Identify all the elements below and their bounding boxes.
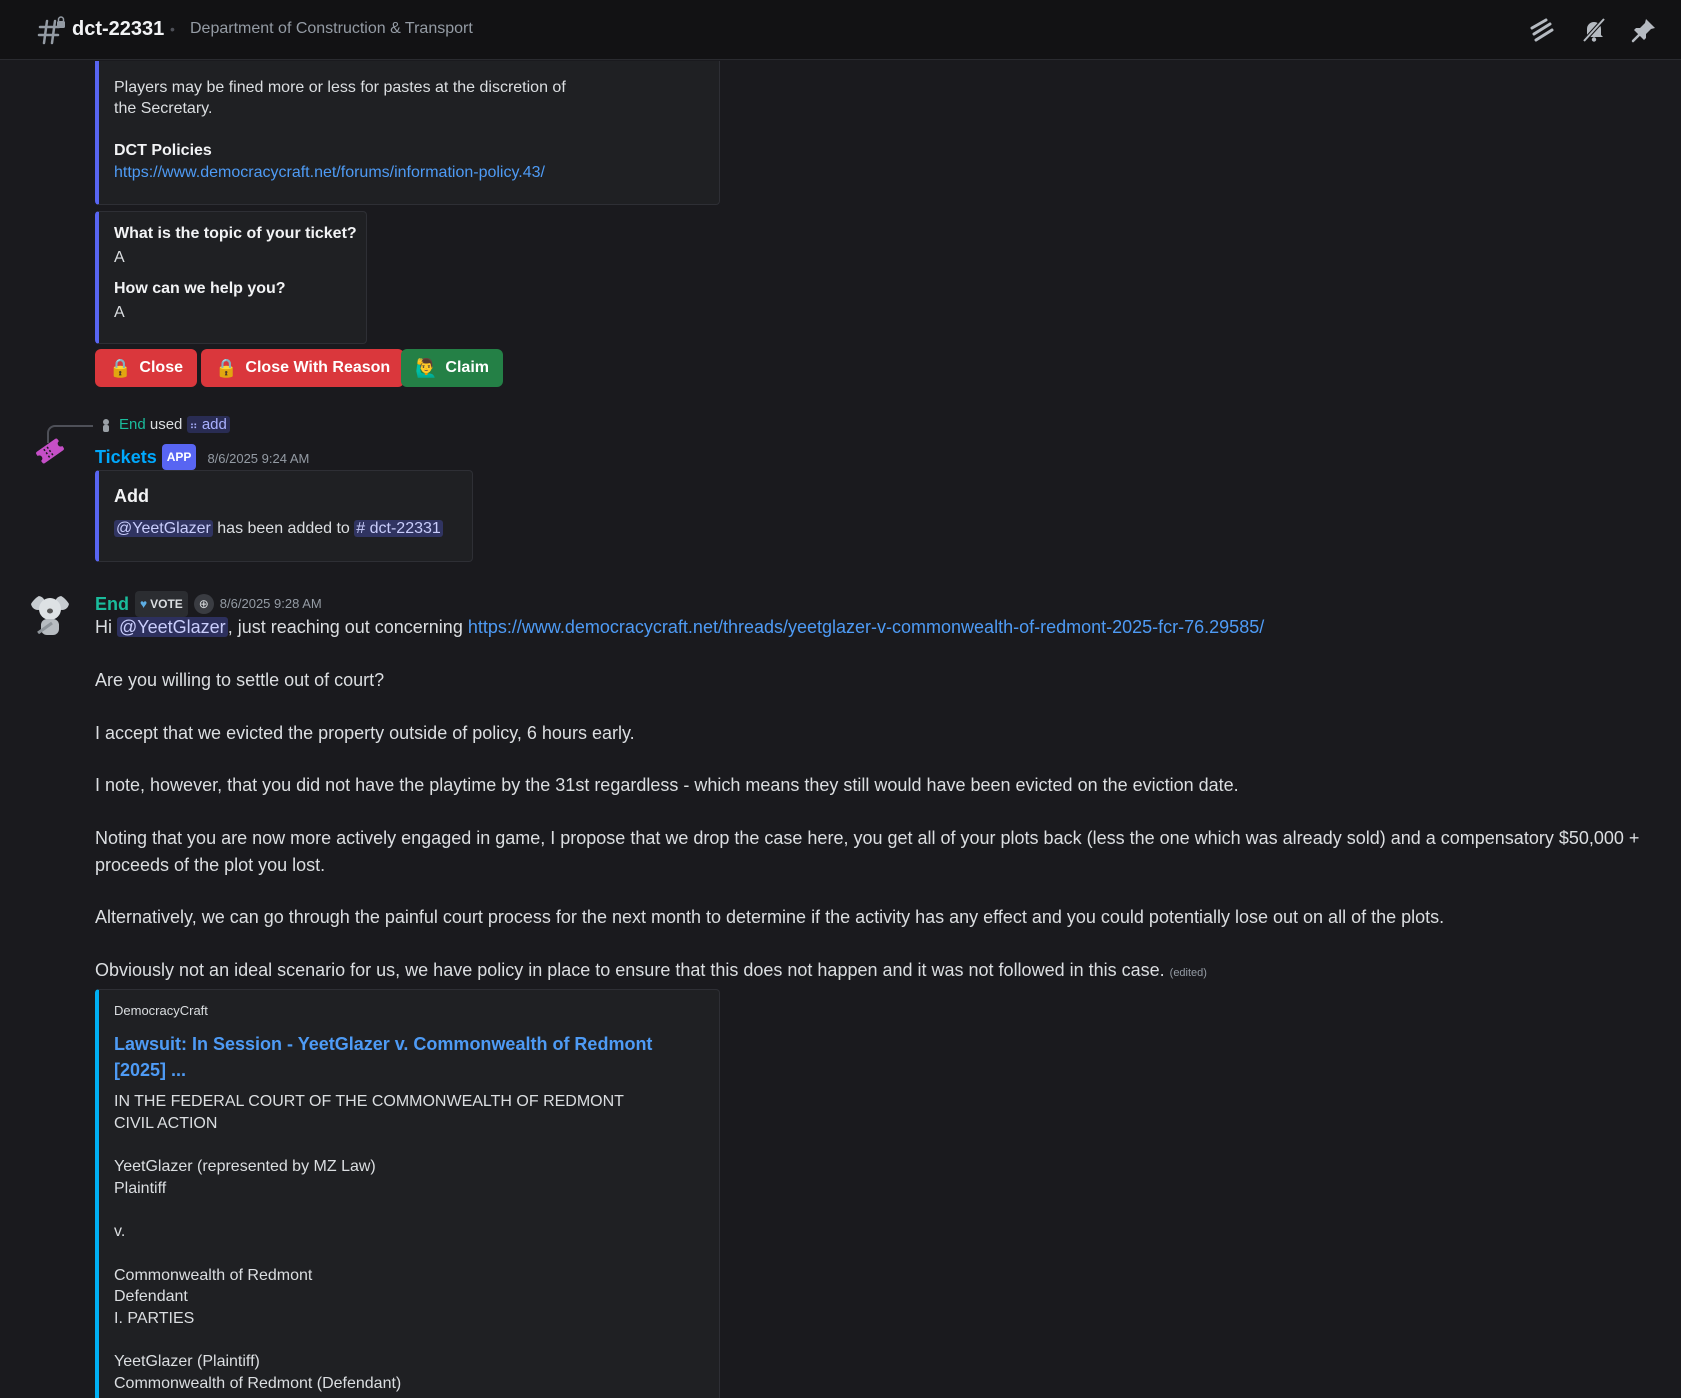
embed-description-line: YeetGlazer (represented by MZ Law) <box>114 1158 376 1176</box>
embed-description-line <box>114 1330 624 1352</box>
close-with-reason-button[interactable]: 🔒 Close With Reason <box>201 349 405 387</box>
slash-command-mention[interactable]: ⠶ add <box>186 416 230 433</box>
header-separator: • <box>170 21 175 37</box>
embed-description-line: Defendant <box>114 1288 188 1306</box>
embed-provider[interactable]: DemocracyCraft <box>114 1000 208 1022</box>
end-timestamp[interactable]: 8/6/2025 9:28 AM <box>220 592 322 616</box>
add-embed-title: Add <box>114 486 149 506</box>
pin-icon[interactable] <box>1630 16 1658 44</box>
add-embed-middle-text: has been added to <box>217 520 350 537</box>
tickets-timestamp[interactable]: 8/6/2025 9:24 AM <box>207 451 309 466</box>
embed-description-line: v. <box>114 1223 126 1241</box>
reply-avatar-icon <box>103 419 109 432</box>
embed-description-line <box>114 1200 624 1222</box>
message-paragraph-5b: proceeds of the plot you lost. <box>95 855 326 875</box>
channel-header: dct-22331 • Department of Construction &… <box>0 0 1681 60</box>
embed-description-line: CIVIL ACTION <box>114 1114 218 1132</box>
close-button-label: Close <box>139 359 183 376</box>
command-icon: ⠶ <box>189 420 198 432</box>
tickets-avatar[interactable] <box>30 431 70 471</box>
channel-mention[interactable]: # dct-22331 <box>354 520 443 537</box>
answer-topic: A <box>114 249 125 266</box>
embed-description-line: Commonwealth of Redmont (Defendant) <box>114 1375 402 1393</box>
thread-link[interactable]: https://www.democracycraft.net/threads/y… <box>468 617 1264 637</box>
user-mention[interactable]: @YeetGlazer <box>114 520 213 537</box>
message-paragraph-4: I note, however, that you did not have t… <box>95 775 1239 795</box>
threads-icon[interactable] <box>1528 16 1556 44</box>
close-with-reason-label: Close With Reason <box>245 359 391 376</box>
embed-description-line <box>114 1134 624 1156</box>
hashtag-lock-icon <box>37 16 65 45</box>
embed-description-line <box>114 1243 624 1265</box>
message-paragraph-5a: Noting that you are now more actively en… <box>95 828 1640 848</box>
embed-description-line: YeetGlazer (Plaintiff) <box>114 1353 260 1371</box>
greeting: Hi <box>95 617 112 637</box>
reply-user[interactable]: End <box>119 416 146 433</box>
embed-description-line: Plaintiff <box>114 1179 167 1197</box>
vote-badge-label: VOTE <box>150 597 183 611</box>
server-tag-icon: ⊕ <box>193 594 214 614</box>
policies-title: DCT Policies <box>114 142 212 159</box>
embed-title-line2[interactable]: [2025] ... <box>114 1057 186 1083</box>
answer-help: A <box>114 304 125 321</box>
message-list[interactable]: Players may be fined more or less for pa… <box>0 61 1681 1398</box>
message-paragraph-7-text: Obviously not an ideal scenario for us, … <box>95 960 1165 980</box>
person-raising-hand-icon: 🙋‍♂️ <box>415 358 438 378</box>
embed-description-line: IN THE FEDERAL COURT OF THE COMMONWEALTH… <box>114 1093 624 1110</box>
add-embed-description: @YeetGlazer has been added to # dct-2233… <box>114 518 443 540</box>
edited-marker: (edited) <box>1169 967 1207 979</box>
claim-button-label: Claim <box>445 359 489 376</box>
message-paragraph-2: Are you willing to settle out of court? <box>95 670 385 690</box>
end-author-name[interactable]: End <box>95 592 129 616</box>
line1-mid: , just reaching out concerning <box>227 617 463 637</box>
reply-used-text: used <box>149 416 183 433</box>
command-usage: End used ⠶ add <box>119 415 230 436</box>
user-mention[interactable]: @YeetGlazer <box>117 617 228 637</box>
channel-name: dct-22331 <box>72 18 165 40</box>
tickets-author-name[interactable]: Tickets <box>95 447 157 467</box>
embed-description-line: I. PARTIES <box>114 1310 195 1328</box>
claim-button[interactable]: 🙋‍♂️ Claim <box>401 349 503 387</box>
policy-text-line1: Players may be fined more or less for pa… <box>114 79 566 96</box>
question-help: How can we help you? <box>114 280 286 297</box>
add-embed <box>95 470 473 562</box>
lock-icon: 🔒 <box>215 358 238 378</box>
question-topic: What is the topic of your ticket? <box>114 225 357 242</box>
command-name: add <box>201 416 227 433</box>
channel-topic[interactable]: Department of Construction & Transport <box>190 20 473 38</box>
lock-icon: 🔒 <box>109 358 132 378</box>
policies-link[interactable]: https://www.democracycraft.net/forums/in… <box>114 162 545 184</box>
heart-icon: ♥ <box>140 597 148 611</box>
tickets-message-header: Tickets APP 8/6/2025 9:24 AM <box>95 444 309 471</box>
embed-description: IN THE FEDERAL COURT OF THE COMMONWEALTH… <box>114 1091 624 1395</box>
message-paragraph-7: Obviously not an ideal scenario for us, … <box>95 957 1207 987</box>
embed-title-line1[interactable]: Lawsuit: In Session - YeetGlazer v. Comm… <box>114 1031 652 1057</box>
message-paragraph-3: I accept that we evicted the property ou… <box>95 723 635 743</box>
mute-bell-icon[interactable] <box>1580 16 1608 44</box>
app-badge: APP <box>161 444 197 470</box>
message-paragraph-6: Alternatively, we can go through the pai… <box>95 907 1445 927</box>
close-button[interactable]: 🔒 Close <box>95 349 197 387</box>
end-avatar[interactable] <box>28 593 72 637</box>
policy-text-line2: the Secretary. <box>114 100 213 117</box>
message-line-1: Hi @YeetGlazer, just reaching out concer… <box>95 614 1264 641</box>
embed-description-line: Commonwealth of Redmont <box>114 1266 313 1284</box>
